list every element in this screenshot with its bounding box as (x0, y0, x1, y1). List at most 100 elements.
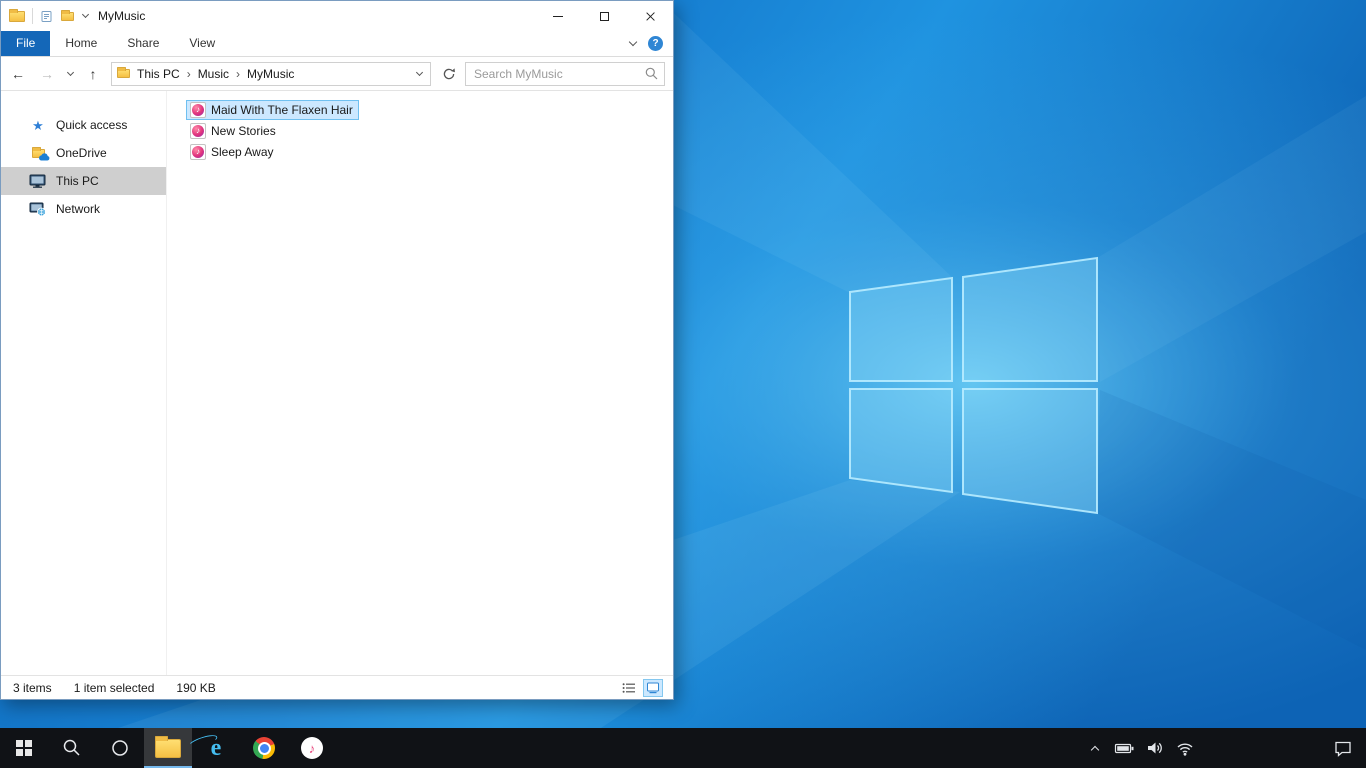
taskbar-spacer (1198, 728, 1320, 768)
status-selection: 1 item selected (73, 680, 155, 695)
wifi-icon (1177, 742, 1193, 756)
details-view-button[interactable] (619, 679, 639, 697)
qat-new-folder-icon[interactable] (61, 9, 74, 21)
taskbar-chrome-button[interactable] (240, 728, 288, 768)
breadcrumb-mymusic[interactable]: MyMusic (245, 67, 296, 81)
computer-icon (29, 174, 47, 189)
system-tray (1082, 728, 1198, 768)
action-center-button[interactable] (1320, 728, 1366, 768)
search-input[interactable] (472, 65, 645, 82)
taskbar-itunes-button[interactable]: ♪ (288, 728, 336, 768)
star-icon: ★ (32, 117, 44, 133)
view-toggles (619, 678, 663, 697)
address-bar[interactable]: This PC › Music › MyMusic (111, 61, 431, 86)
sidebar-item-label: Network (56, 202, 101, 216)
sidebar-item-network[interactable]: Network (1, 195, 166, 223)
forward-button[interactable]: → (34, 61, 60, 87)
navigation-bar: ← → ↑ This PC › Music › MyMusic (1, 57, 673, 91)
file-row[interactable]: ♪ Sleep Away (186, 141, 673, 162)
up-button[interactable]: ↑ (80, 61, 106, 87)
maximize-icon (599, 11, 609, 21)
ribbon-tab-bar: File Home Share View ? (1, 31, 673, 57)
search-icon[interactable] (645, 67, 658, 80)
music-file-icon: ♪ (190, 101, 206, 118)
sidebar-item-onedrive[interactable]: OneDrive (1, 139, 166, 167)
tray-show-hidden-icons-button[interactable] (1082, 728, 1108, 768)
caption-buttons (535, 1, 673, 31)
taskbar: e ♪ (0, 728, 1366, 768)
status-bar: 3 items 1 item selected 190 KB (1, 675, 673, 699)
file-name: Sleep Away (211, 144, 274, 159)
tab-home[interactable]: Home (50, 31, 112, 56)
volume-icon (1148, 742, 1162, 754)
file-list: ♪ Maid With The Flaxen Hair ♪ New Storie… (167, 91, 673, 675)
recent-locations-chevron-icon (66, 68, 74, 76)
tab-share[interactable]: Share (112, 31, 174, 56)
sidebar-item-label: This PC (56, 174, 99, 188)
recent-locations-button[interactable] (63, 61, 77, 87)
window-folder-icon (9, 8, 25, 22)
refresh-button[interactable] (436, 61, 462, 87)
file-name: Maid With The Flaxen Hair (211, 102, 353, 117)
search-icon (63, 739, 80, 756)
chrome-icon (253, 737, 275, 759)
large-icons-view-button[interactable] (643, 678, 663, 697)
network-icon (29, 202, 47, 217)
sidebar-item-label: OneDrive (56, 146, 107, 160)
file-row[interactable]: ♪ New Stories (186, 120, 673, 141)
music-file-icon: ♪ (190, 143, 206, 160)
titlebar: MyMusic (1, 1, 673, 31)
taskbar-file-explorer-button[interactable] (144, 728, 192, 768)
music-file-icon: ♪ (190, 122, 206, 139)
help-icon[interactable]: ? (648, 36, 663, 51)
refresh-icon (443, 67, 455, 79)
qat-customize-chevron-icon[interactable] (81, 10, 90, 19)
windows-start-icon (16, 740, 32, 756)
itunes-icon: ♪ (301, 737, 323, 759)
address-dropdown-chevron-icon[interactable] (415, 68, 424, 76)
cortana-icon (112, 740, 128, 756)
file-chip[interactable]: ♪ Maid With The Flaxen Hair (186, 99, 359, 120)
details-view-icon (622, 682, 635, 693)
breadcrumb-separator-icon: › (186, 66, 191, 81)
search-box (465, 61, 665, 86)
sidebar-item-label: Quick access (56, 118, 128, 132)
tray-network-button[interactable] (1172, 728, 1198, 768)
action-center-icon (1335, 741, 1351, 757)
minimize-icon (553, 15, 563, 17)
onedrive-folder-icon (29, 146, 50, 160)
file-explorer-icon (155, 735, 181, 758)
large-icons-view-icon (647, 682, 659, 693)
maximize-button[interactable] (581, 1, 627, 31)
file-name: New Stories (211, 123, 276, 138)
minimize-button[interactable] (535, 1, 581, 31)
taskbar-internet-explorer-button[interactable]: e (187, 728, 240, 768)
tray-battery-button[interactable] (1112, 728, 1138, 768)
file-chip[interactable]: ♪ Sleep Away (186, 142, 280, 162)
address-folder-icon (117, 67, 130, 78)
window-title: MyMusic (98, 9, 146, 23)
close-button[interactable] (627, 1, 673, 31)
window-body: ★ Quick access OneDrive This PC Network … (1, 91, 673, 675)
close-icon (645, 11, 656, 22)
cortana-button[interactable] (96, 728, 144, 768)
tab-view[interactable]: View (174, 31, 230, 56)
back-button[interactable]: ← (5, 61, 31, 87)
sidebar-item-quick-access[interactable]: ★ Quick access (1, 111, 166, 139)
file-row[interactable]: ♪ Maid With The Flaxen Hair (186, 99, 673, 120)
breadcrumb-this-pc[interactable]: This PC (135, 67, 182, 81)
file-explorer-window: MyMusic File Home Share View ? ← → ↑ Thi… (0, 0, 674, 700)
start-button[interactable] (0, 728, 48, 768)
breadcrumb-separator-icon: › (236, 66, 241, 81)
sidebar-item-this-pc[interactable]: This PC (1, 167, 166, 195)
qat-properties-icon[interactable] (40, 10, 53, 23)
expand-ribbon-chevron-icon[interactable] (628, 37, 638, 47)
taskbar-search-button[interactable] (48, 728, 96, 768)
status-size: 190 KB (176, 680, 216, 695)
tray-volume-button[interactable] (1142, 728, 1168, 768)
tab-file[interactable]: File (1, 31, 51, 56)
navigation-pane: ★ Quick access OneDrive This PC Network (1, 91, 167, 675)
file-chip[interactable]: ♪ New Stories (186, 121, 282, 141)
titlebar-separator (32, 8, 33, 24)
breadcrumb-music[interactable]: Music (196, 67, 231, 81)
